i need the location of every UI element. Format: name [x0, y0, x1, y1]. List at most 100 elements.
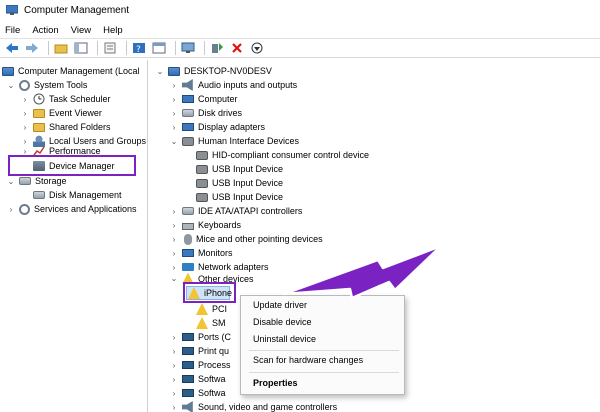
device-category-software-1[interactable]: › Softwa: [169, 372, 226, 386]
tree-item-computer-management[interactable]: Computer Management (Local: [2, 64, 140, 78]
device-label: Disk drives: [198, 108, 243, 118]
menu-item-uninstall-device[interactable]: Uninstall device: [253, 334, 316, 344]
chevron-right-icon[interactable]: ›: [169, 374, 179, 384]
device-category-display-adapters[interactable]: › Display adapters: [169, 120, 265, 134]
chevron-right-icon[interactable]: ›: [169, 332, 179, 342]
properties-icon[interactable]: [102, 41, 118, 56]
device-label: Human Interface Devices: [198, 136, 300, 146]
chevron-right-icon[interactable]: ›: [169, 80, 179, 90]
up-folder-icon[interactable]: [53, 41, 69, 56]
device-category-network[interactable]: › Network adapters: [169, 260, 269, 274]
chevron-right-icon[interactable]: ›: [169, 262, 179, 272]
menu-item-scan-hardware[interactable]: Scan for hardware changes: [253, 355, 363, 365]
chevron-right-icon[interactable]: ›: [169, 234, 179, 244]
chevron-down-icon[interactable]: ⌄: [169, 274, 179, 284]
device-category-processors[interactable]: › Process: [169, 358, 231, 372]
tree-item-shared-folders[interactable]: › Shared Folders: [20, 120, 111, 134]
chevron-right-icon[interactable]: ›: [20, 94, 30, 104]
chevron-right-icon[interactable]: ›: [169, 388, 179, 398]
menu-item-properties[interactable]: Properties: [253, 378, 298, 388]
hid-icon: [196, 164, 208, 174]
device-category-sound[interactable]: › Sound, video and game controllers: [169, 400, 337, 412]
tree-item-services-and-applications[interactable]: › Services and Applications: [6, 202, 137, 216]
chevron-right-icon[interactable]: ›: [169, 108, 179, 118]
uninstall-icon[interactable]: [229, 41, 245, 56]
device-item[interactable]: PCI: [196, 302, 227, 316]
display-adapter-icon: [182, 123, 194, 131]
tree-item-event-viewer[interactable]: › Event Viewer: [20, 106, 102, 120]
tree-item-storage[interactable]: ⌄ Storage: [6, 175, 67, 187]
printer-icon: [182, 347, 194, 355]
hid-icon: [196, 192, 208, 202]
chevron-right-icon[interactable]: ›: [20, 136, 30, 146]
tree-item-label: Event Viewer: [49, 108, 102, 118]
chevron-right-icon[interactable]: ›: [20, 122, 30, 132]
device-item[interactable]: USB Input Device: [196, 190, 283, 204]
chevron-down-icon[interactable]: ⌄: [6, 176, 16, 186]
view-toggle-icon[interactable]: [151, 41, 167, 56]
scan-hardware-icon[interactable]: [180, 41, 196, 56]
device-category-hid[interactable]: ⌄ Human Interface Devices: [169, 134, 299, 148]
device-item[interactable]: SM: [196, 316, 226, 330]
tree-item-system-tools[interactable]: ⌄ System Tools: [6, 78, 87, 92]
clock-icon: [33, 93, 45, 105]
chevron-right-icon[interactable]: ›: [169, 248, 179, 258]
chevron-right-icon[interactable]: ›: [169, 122, 179, 132]
back-arrow-icon[interactable]: [4, 41, 20, 56]
device-item[interactable]: HID-compliant consumer control device: [196, 148, 369, 162]
chevron-right-icon[interactable]: ›: [20, 108, 30, 118]
device-category-print-queues[interactable]: › Print qu: [169, 344, 229, 358]
tree-item-label: Local Users and Groups: [49, 136, 147, 146]
network-adapter-icon: [182, 263, 194, 271]
tree-item-disk-management[interactable]: Disk Management: [20, 188, 122, 202]
update-driver-icon[interactable]: [209, 41, 225, 56]
device-category-monitors[interactable]: › Monitors: [169, 246, 233, 260]
device-label: HID-compliant consumer control device: [212, 150, 370, 160]
menu-view[interactable]: View: [71, 25, 91, 36]
device-item[interactable]: USB Input Device: [196, 176, 283, 190]
toolbar-separator: [48, 41, 49, 55]
menu-item-disable-device[interactable]: Disable device: [253, 317, 312, 327]
device-category-disk-drives[interactable]: › Disk drives: [169, 106, 242, 120]
chevron-right-icon[interactable]: ›: [169, 220, 179, 230]
menu-help[interactable]: Help: [103, 25, 123, 36]
chevron-down-icon[interactable]: ⌄: [155, 66, 165, 76]
chevron-down-icon[interactable]: ⌄: [6, 80, 16, 90]
software-device-icon: [182, 389, 194, 397]
chevron-right-icon[interactable]: ›: [169, 206, 179, 216]
device-category-ports[interactable]: › Ports (C: [169, 330, 231, 344]
device-category-audio[interactable]: › Audio inputs and outputs: [169, 78, 297, 92]
chevron-right-icon[interactable]: ›: [169, 346, 179, 356]
chevron-right-icon[interactable]: ›: [169, 360, 179, 370]
disk-icon: [182, 109, 194, 117]
toolbar-separator: [204, 41, 205, 55]
device-label: Print qu: [198, 346, 230, 356]
chevron-right-icon[interactable]: ›: [169, 402, 179, 412]
storage-icon: [19, 177, 31, 185]
device-label: USB Input Device: [212, 192, 284, 202]
help-icon[interactable]: ?: [131, 41, 147, 56]
device-root[interactable]: ⌄ DESKTOP-NV0DESV: [155, 64, 272, 78]
device-category-ide[interactable]: › IDE ATA/ATAPI controllers: [169, 204, 303, 218]
chevron-right-icon[interactable]: ›: [169, 94, 179, 104]
menu-action[interactable]: Action: [32, 25, 58, 36]
show-hide-tree-icon[interactable]: [73, 41, 89, 56]
device-category-keyboards[interactable]: › Keyboards: [169, 218, 241, 232]
tree-item-task-scheduler[interactable]: › Task Scheduler: [20, 92, 111, 106]
forward-arrow-icon[interactable]: [24, 41, 40, 56]
services-icon: [19, 203, 30, 215]
chevron-down-icon[interactable]: ⌄: [169, 136, 179, 146]
device-category-computer[interactable]: › Computer: [169, 92, 238, 106]
toolbar-separator: [126, 41, 127, 55]
computer-icon: [2, 67, 14, 76]
ide-controller-icon: [182, 207, 194, 215]
chevron-right-icon[interactable]: ›: [6, 204, 16, 214]
device-category-software-2[interactable]: › Softwa: [169, 386, 226, 400]
menu-file[interactable]: File: [5, 25, 20, 36]
device-label: Ports (C: [198, 332, 232, 342]
device-item[interactable]: USB Input Device: [196, 162, 283, 176]
device-label: Softwa: [198, 374, 226, 384]
download-icon[interactable]: [249, 41, 265, 56]
unknown-device-icon: [196, 303, 208, 315]
device-label: Monitors: [198, 248, 233, 258]
